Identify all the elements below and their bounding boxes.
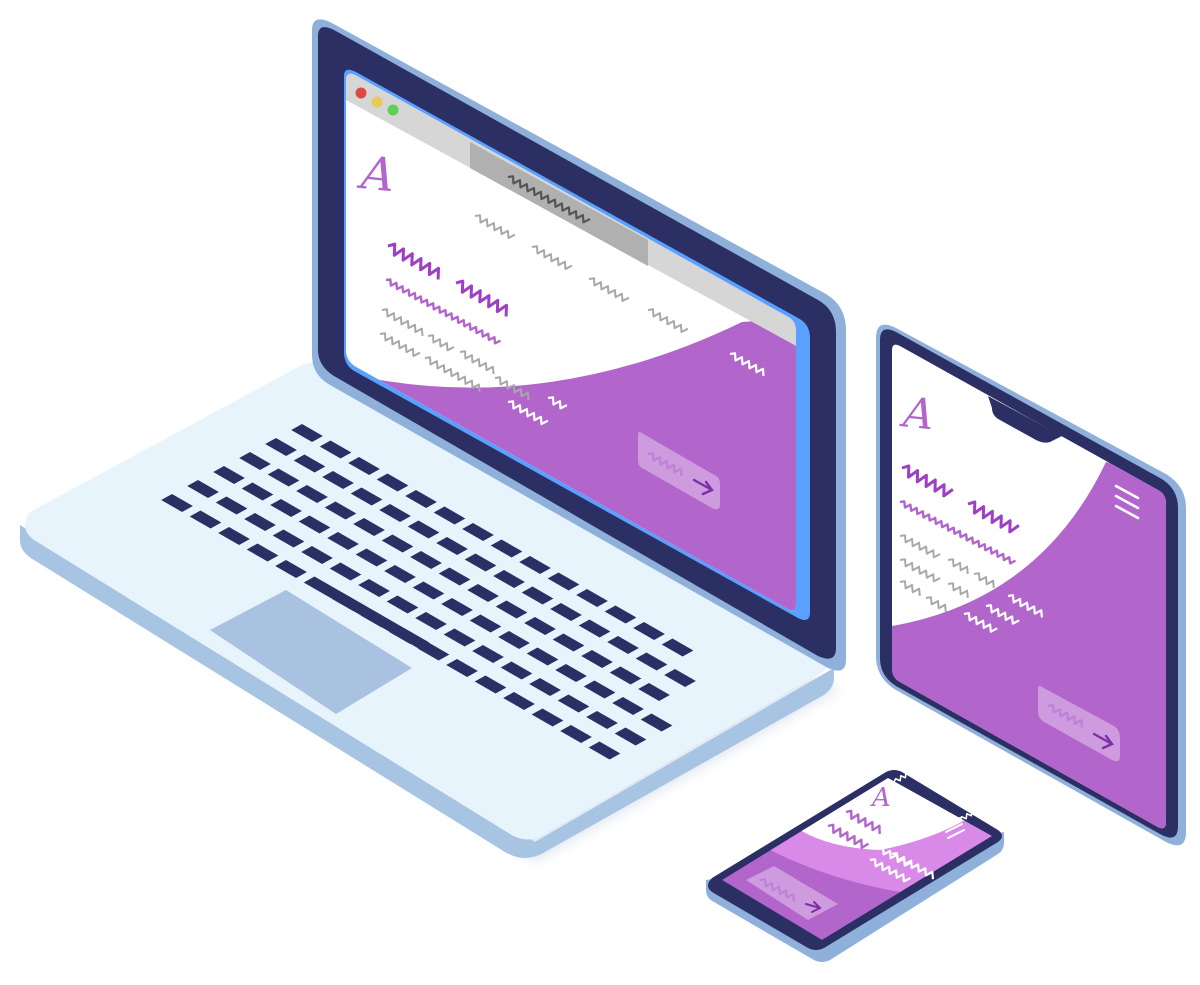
close-dot[interactable] [355, 87, 367, 99]
maximize-dot[interactable] [387, 104, 399, 116]
minimize-dot[interactable] [371, 96, 383, 108]
tablet: A [876, 324, 1186, 846]
laptop: A [20, 19, 846, 862]
phone-logo: A [870, 783, 891, 813]
device-mockup-scene: A A A [20, 19, 1186, 962]
phone: A [706, 769, 1004, 962]
